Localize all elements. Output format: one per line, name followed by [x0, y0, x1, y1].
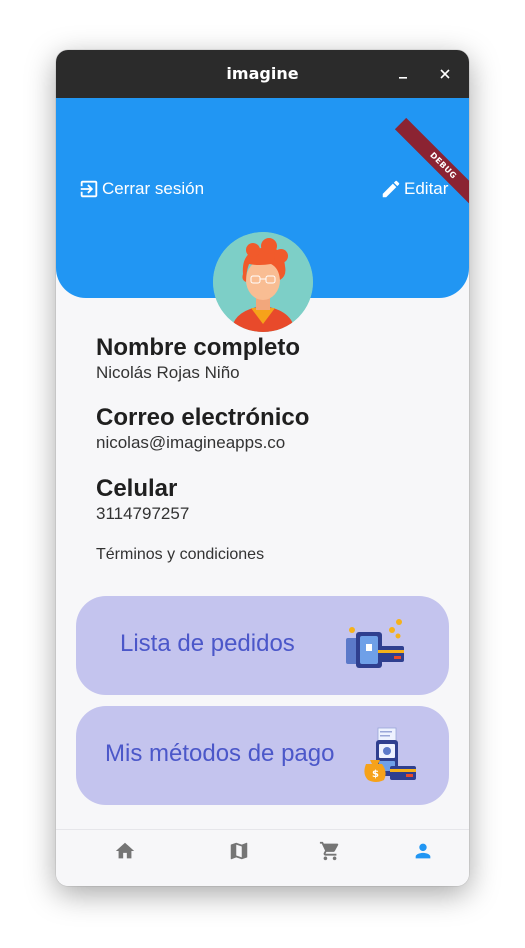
payment-methods-icon: $	[364, 727, 416, 782]
app-window: imagine DEBUG Cerrar sesión Editar Nombr…	[56, 50, 469, 886]
orders-list-label: Lista de pedidos	[120, 630, 295, 657]
email-label: Correo electrónico	[96, 404, 310, 431]
phone-value: 3114797257	[96, 504, 190, 523]
full-name-label: Nombre completo	[96, 334, 301, 361]
svg-text:$: $	[372, 769, 379, 780]
payment-terminal-icon	[346, 619, 404, 668]
nav-home[interactable]	[110, 840, 140, 870]
minimize-button[interactable]	[391, 62, 415, 86]
home-icon	[115, 842, 135, 859]
nav-cart[interactable]	[315, 840, 345, 870]
orders-list-button[interactable]: Lista de pedidos	[76, 596, 449, 695]
pencil-icon	[382, 180, 400, 198]
logout-button[interactable]: Cerrar sesión	[78, 178, 204, 200]
payment-methods-label: Mis métodos de pago	[105, 740, 335, 767]
avatar[interactable]	[213, 232, 313, 332]
payment-methods-button[interactable]: Mis métodos de pago $	[76, 706, 449, 805]
map-icon	[230, 842, 248, 860]
nav-map[interactable]	[224, 840, 254, 870]
close-button[interactable]	[433, 62, 457, 86]
phone-field: Celular 3114797257	[96, 475, 189, 524]
close-icon	[440, 69, 450, 79]
minimize-icon	[399, 77, 407, 79]
email-value: nicolas@imagineapps.co	[96, 433, 286, 452]
logout-icon	[80, 180, 98, 198]
terms-link[interactable]: Términos y condiciones	[96, 546, 264, 564]
edit-label: Editar	[404, 179, 449, 198]
full-name-value: Nicolás Rojas Niño	[96, 363, 240, 382]
title-bar: imagine	[56, 50, 469, 98]
edit-button[interactable]: Editar	[380, 178, 448, 200]
cart-icon	[319, 841, 339, 861]
user-avatar-icon	[213, 232, 313, 332]
nav-profile[interactable]	[408, 840, 438, 870]
full-name-field: Nombre completo Nicolás Rojas Niño	[96, 334, 300, 383]
email-field: Correo electrónico nicolas@imagineapps.c…	[96, 404, 309, 453]
logout-label: Cerrar sesión	[102, 179, 205, 198]
phone-label: Celular	[96, 475, 178, 502]
bottom-navigation	[56, 829, 469, 886]
person-icon	[415, 843, 431, 859]
